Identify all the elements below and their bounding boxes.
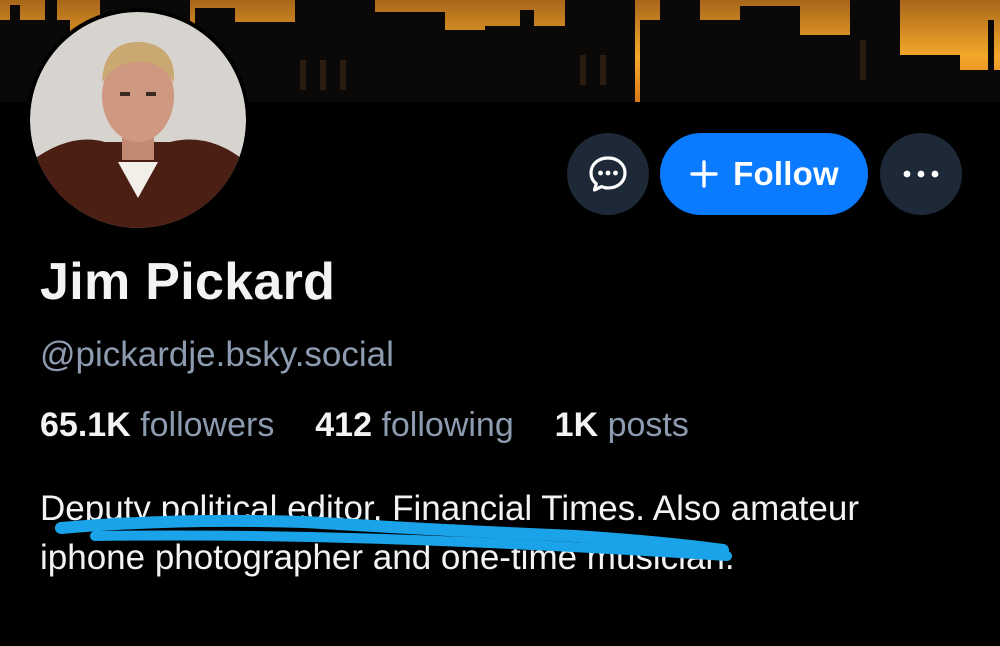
display-name: Jim Pickard [40,253,336,311]
followers-label: followers [140,406,275,444]
posts-label: posts [607,406,689,444]
profile-photo-image [30,12,246,228]
more-options-button[interactable] [880,133,962,215]
following-count: 412 [315,406,372,444]
posts-count: 1K [554,406,599,444]
ellipsis-icon [903,170,939,178]
followers-link[interactable]: 65.1K followers [40,406,284,444]
profile-bio: Deputy political editor, Financial Times… [40,489,859,577]
profile-stats: 65.1K followers 412 following 1K posts [40,406,689,445]
follow-button[interactable]: Follow [660,133,868,215]
following-label: following [381,406,514,444]
chat-bubble-icon [589,156,627,192]
plus-icon [690,160,718,188]
following-link[interactable]: 412 following [306,406,523,444]
follow-button-label: Follow [733,155,839,192]
posts-stat: 1K posts [545,406,689,444]
profile-handle: @pickardje.bsky.social [40,335,394,374]
avatar[interactable] [26,8,250,232]
followers-count: 65.1K [40,406,131,444]
message-button[interactable] [567,133,649,215]
